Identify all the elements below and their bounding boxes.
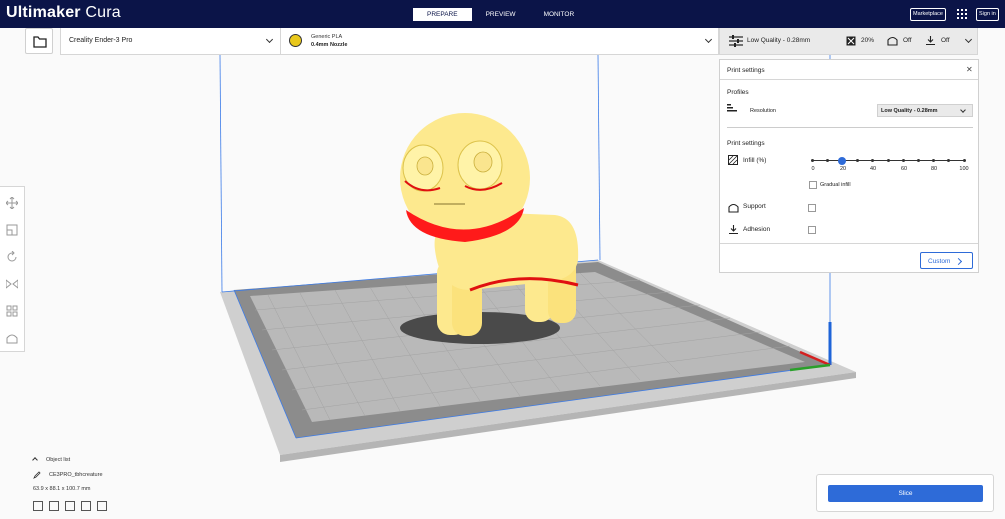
infill-label: Infill (%) xyxy=(743,157,767,164)
move-tool-icon[interactable] xyxy=(6,197,18,209)
adhesion-summary: Off xyxy=(941,37,950,44)
panel-header: Print settings ✕ xyxy=(720,60,978,80)
slider-tick xyxy=(871,159,875,162)
pencil-icon[interactable] xyxy=(33,471,41,479)
chevron-down-icon xyxy=(265,35,274,44)
stage-tabs: PREPARE PREVIEW MONITOR xyxy=(413,8,588,21)
infill-slider-handle[interactable] xyxy=(838,156,847,165)
marketplace-button[interactable]: Marketplace xyxy=(910,8,946,21)
gradual-infill-checkbox[interactable] xyxy=(809,181,817,189)
chevron-down-icon xyxy=(704,35,713,44)
slice-panel: Slice xyxy=(816,474,994,512)
slice-button-label: Slice xyxy=(898,490,913,497)
slice-button[interactable]: Slice xyxy=(828,485,983,502)
divider xyxy=(727,127,973,128)
print-setup-summary[interactable]: Low Quality - 0.28mm 20% Off Off xyxy=(719,28,978,55)
adhesion-icon xyxy=(729,225,738,235)
per-model-settings-icon[interactable] xyxy=(6,305,18,317)
slider-tick xyxy=(901,159,905,162)
extruder-material-icon xyxy=(289,34,302,47)
slider-tick xyxy=(932,159,936,162)
object-list-header[interactable]: Object list xyxy=(46,457,70,463)
left-view-icon[interactable] xyxy=(81,501,91,511)
nozzle-size: 0.4mm Nozzle xyxy=(311,42,348,48)
right-view-icon[interactable] xyxy=(97,501,107,511)
slider-tick xyxy=(962,159,966,162)
resolution-value: Low Quality - 0.28mm xyxy=(881,108,938,114)
infill-tick-label: 80 xyxy=(930,166,938,172)
slider-tick xyxy=(916,159,920,162)
adhesion-checkbox[interactable] xyxy=(808,226,816,234)
tab-monitor[interactable]: MONITOR xyxy=(530,8,589,21)
3d-view-icon[interactable] xyxy=(33,501,43,511)
app-logo: Ultimaker Cura xyxy=(6,4,121,21)
quality-profile: Low Quality - 0.28mm xyxy=(747,37,811,44)
sign-in-button[interactable]: Sign in xyxy=(976,8,999,21)
resolution-icon xyxy=(727,104,737,112)
object-dimensions: 63.9 x 88.1 x 100.7 mm xyxy=(33,486,91,492)
top-bar: Ultimaker Cura PREPARE PREVIEW MONITOR M… xyxy=(0,0,1005,28)
scale-tool-icon[interactable] xyxy=(6,224,18,236)
top-view-icon[interactable] xyxy=(65,501,75,511)
support-blocker-icon[interactable] xyxy=(6,332,18,344)
infill-tick-label: 40 xyxy=(869,166,877,172)
infill-tick-label: 0 xyxy=(811,166,815,172)
printer-selector[interactable]: Creality Ender-3 Pro xyxy=(61,28,281,54)
close-icon[interactable]: ✕ xyxy=(966,65,973,74)
chevron-down-icon xyxy=(964,35,973,44)
tab-preview[interactable]: PREVIEW xyxy=(472,8,530,21)
profiles-label: Profiles xyxy=(727,89,749,96)
gradual-infill-label: Gradual infill xyxy=(820,182,851,188)
slider-tick xyxy=(886,159,890,162)
support-label: Support xyxy=(743,203,766,210)
infill-tick-label: 20 xyxy=(839,166,847,172)
slider-tick xyxy=(856,159,860,162)
support-icon xyxy=(887,36,898,46)
printer-name: Creality Ender-3 Pro xyxy=(69,37,133,44)
rotate-tool-icon[interactable] xyxy=(6,251,18,263)
mirror-tool-icon[interactable] xyxy=(6,278,18,290)
material-name: Generic PLA xyxy=(311,34,343,40)
support-icon xyxy=(728,203,739,213)
slider-tick xyxy=(825,159,829,162)
chevron-down-icon xyxy=(960,107,966,113)
infill-icon xyxy=(846,36,856,46)
left-toolbar xyxy=(0,186,25,352)
resolution-dropdown[interactable]: Low Quality - 0.28mm xyxy=(877,104,973,117)
adhesion-label: Adhesion xyxy=(743,226,771,233)
slider-tick xyxy=(810,159,814,162)
print-settings-section-label: Print settings xyxy=(727,140,765,147)
infill-summary: 20% xyxy=(861,37,875,44)
custom-settings-button[interactable]: Custom xyxy=(920,252,973,269)
infill-icon xyxy=(728,155,738,165)
resolution-label: Resolution xyxy=(750,108,776,114)
divider xyxy=(720,243,978,244)
infill-slider[interactable] xyxy=(810,156,966,165)
material-selector[interactable]: Generic PLA 0.4mm Nozzle xyxy=(281,28,719,54)
custom-button-label: Custom xyxy=(928,258,951,265)
open-file-button[interactable] xyxy=(25,28,53,54)
infill-tick-label: 60 xyxy=(900,166,908,172)
adhesion-icon xyxy=(926,36,935,46)
support-checkbox[interactable] xyxy=(808,204,816,212)
folder-icon xyxy=(33,36,47,48)
print-settings-panel: Print settings ✕ Profiles Resolution Low… xyxy=(719,59,979,273)
camera-view-buttons xyxy=(33,501,107,511)
panel-title: Print settings xyxy=(727,67,765,74)
slider-tick xyxy=(947,159,951,162)
object-name: CE3PRO_tbhcreature xyxy=(49,472,103,478)
support-summary: Off xyxy=(903,37,912,44)
printer-bar: Creality Ender-3 Pro Generic PLA 0.4mm N… xyxy=(60,28,719,55)
sliders-icon xyxy=(729,35,743,47)
infill-tick-label: 100 xyxy=(959,166,969,172)
apps-grid-icon[interactable] xyxy=(957,9,967,19)
tab-prepare[interactable]: PREPARE xyxy=(413,8,472,21)
chevron-right-icon xyxy=(954,257,963,266)
front-view-icon[interactable] xyxy=(49,501,59,511)
